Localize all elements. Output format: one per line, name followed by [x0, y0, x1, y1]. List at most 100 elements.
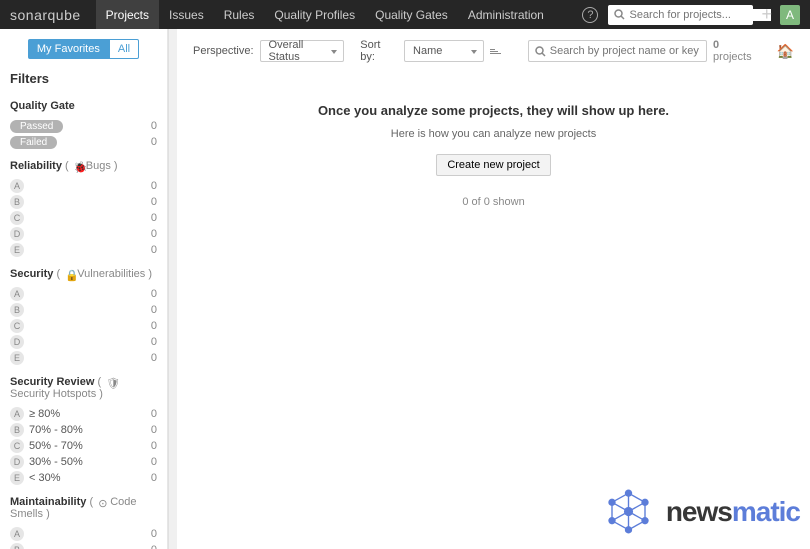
- filter-row[interactable]: B0: [10, 302, 157, 318]
- nav-quality-gates[interactable]: Quality Gates: [365, 0, 458, 29]
- nav-rules[interactable]: Rules: [214, 0, 265, 29]
- rating-badge: D: [10, 455, 24, 469]
- watermark: newsmatic: [601, 484, 800, 539]
- global-search[interactable]: [608, 5, 753, 25]
- sort-label: Sort by:: [360, 39, 398, 63]
- filter-row[interactable]: E0: [10, 350, 157, 366]
- rating-label: 50% - 70%: [29, 440, 83, 452]
- rating-count: 0: [151, 408, 157, 420]
- filter-row[interactable]: A0: [10, 178, 157, 194]
- rating-badge: E: [10, 471, 24, 485]
- sidebar-scrollbar[interactable]: [168, 29, 177, 549]
- global-search-input[interactable]: [629, 9, 771, 21]
- filters-heading: Filters: [10, 71, 157, 86]
- filter-passed[interactable]: Passed 0: [10, 118, 157, 134]
- search-icon: [535, 46, 546, 57]
- rating-badge: C: [10, 211, 24, 225]
- nav-projects[interactable]: Projects: [96, 0, 159, 29]
- rating-count: 0: [151, 472, 157, 484]
- filter-row[interactable]: E < 30% 0: [10, 470, 157, 486]
- rating-badge: E: [10, 243, 24, 257]
- maintainability-heading: Maintainability ( ⊙Code Smells ): [10, 496, 157, 520]
- filter-row[interactable]: C 50% - 70% 0: [10, 438, 157, 454]
- project-count: 0 projects: [713, 39, 761, 63]
- create-project-button[interactable]: Create new project: [436, 154, 550, 176]
- main-content: Perspective: Overall Status Sort by: Nam…: [177, 29, 810, 549]
- project-search-input[interactable]: [550, 45, 700, 57]
- perspective-select[interactable]: Overall Status: [260, 40, 345, 62]
- top-nav: sonarqube Projects Issues Rules Quality …: [0, 0, 810, 29]
- tab-all[interactable]: All: [109, 39, 139, 59]
- filter-row[interactable]: D0: [10, 334, 157, 350]
- rating-badge: E: [10, 351, 24, 365]
- filter-row[interactable]: B0: [10, 542, 157, 549]
- failed-count: 0: [151, 136, 157, 148]
- filter-row[interactable]: E0: [10, 242, 157, 258]
- rating-badge: D: [10, 335, 24, 349]
- security-heading: Security ( 🔒Vulnerabilities ): [10, 268, 157, 280]
- rating-count: 0: [151, 440, 157, 452]
- rating-badge: A: [10, 287, 24, 301]
- empty-state: Once you analyze some projects, they wil…: [193, 103, 794, 208]
- bug-icon: 🐞: [74, 161, 84, 171]
- home-icon[interactable]: 🏠: [777, 43, 794, 60]
- rating-count: 0: [151, 528, 157, 540]
- empty-heading: Once you analyze some projects, they wil…: [193, 103, 794, 118]
- rating-badge: A: [10, 407, 24, 421]
- perspective-label: Perspective:: [193, 45, 254, 57]
- rating-count: 0: [151, 180, 157, 192]
- filter-row[interactable]: D0: [10, 226, 157, 242]
- reliability-heading: Reliability ( 🐞Bugs ): [10, 160, 157, 172]
- nav-administration[interactable]: Administration: [458, 0, 554, 29]
- filter-row[interactable]: A ≥ 80% 0: [10, 406, 157, 422]
- shown-count: 0 of 0 shown: [193, 196, 794, 208]
- rating-badge: C: [10, 319, 24, 333]
- nav-quality-profiles[interactable]: Quality Profiles: [264, 0, 365, 29]
- rating-badge: B: [10, 423, 24, 437]
- rating-badge: A: [10, 179, 24, 193]
- rating-badge: D: [10, 227, 24, 241]
- nav-issues[interactable]: Issues: [159, 0, 214, 29]
- filter-row[interactable]: B 70% - 80% 0: [10, 422, 157, 438]
- rating-count: 0: [151, 544, 157, 549]
- brand-logo[interactable]: sonarqube: [10, 7, 81, 23]
- quality-gate-heading: Quality Gate: [10, 100, 157, 112]
- rating-badge: C: [10, 439, 24, 453]
- rating-label: 30% - 50%: [29, 456, 83, 468]
- rating-label: ≥ 80%: [29, 408, 60, 420]
- project-search[interactable]: [528, 40, 707, 62]
- rating-badge: B: [10, 543, 24, 549]
- sort-direction-icon[interactable]: [490, 43, 506, 59]
- filter-row[interactable]: A0: [10, 286, 157, 302]
- rating-label: 70% - 80%: [29, 424, 83, 436]
- shield-icon: 🛡: [106, 377, 116, 387]
- failed-badge: Failed: [10, 136, 57, 149]
- rating-count: 0: [151, 320, 157, 332]
- rating-count: 0: [151, 352, 157, 364]
- add-icon[interactable]: +: [761, 4, 772, 25]
- lock-icon: 🔒: [65, 269, 75, 279]
- help-icon[interactable]: ?: [582, 7, 598, 23]
- rating-badge: A: [10, 527, 24, 541]
- code-smell-icon: ⊙: [98, 497, 108, 507]
- filter-failed[interactable]: Failed 0: [10, 134, 157, 150]
- rating-count: 0: [151, 424, 157, 436]
- tab-my-favorites[interactable]: My Favorites: [28, 39, 109, 59]
- sidebar: My Favorites All Filters Quality Gate Pa…: [0, 29, 168, 549]
- sort-select[interactable]: Name: [404, 40, 484, 62]
- empty-sub: Here is how you can analyze new projects: [193, 128, 794, 140]
- rating-label: < 30%: [29, 472, 61, 484]
- rating-count: 0: [151, 228, 157, 240]
- rating-count: 0: [151, 336, 157, 348]
- filter-row[interactable]: C0: [10, 318, 157, 334]
- search-icon: [614, 9, 625, 20]
- filter-row[interactable]: B0: [10, 194, 157, 210]
- avatar[interactable]: A: [780, 5, 800, 25]
- filter-row[interactable]: D 30% - 50% 0: [10, 454, 157, 470]
- filter-row[interactable]: A0: [10, 526, 157, 542]
- sidebar-tabs: My Favorites All: [10, 39, 157, 59]
- filter-row[interactable]: C0: [10, 210, 157, 226]
- rating-count: 0: [151, 456, 157, 468]
- toolbar: Perspective: Overall Status Sort by: Nam…: [193, 39, 794, 63]
- rating-badge: B: [10, 195, 24, 209]
